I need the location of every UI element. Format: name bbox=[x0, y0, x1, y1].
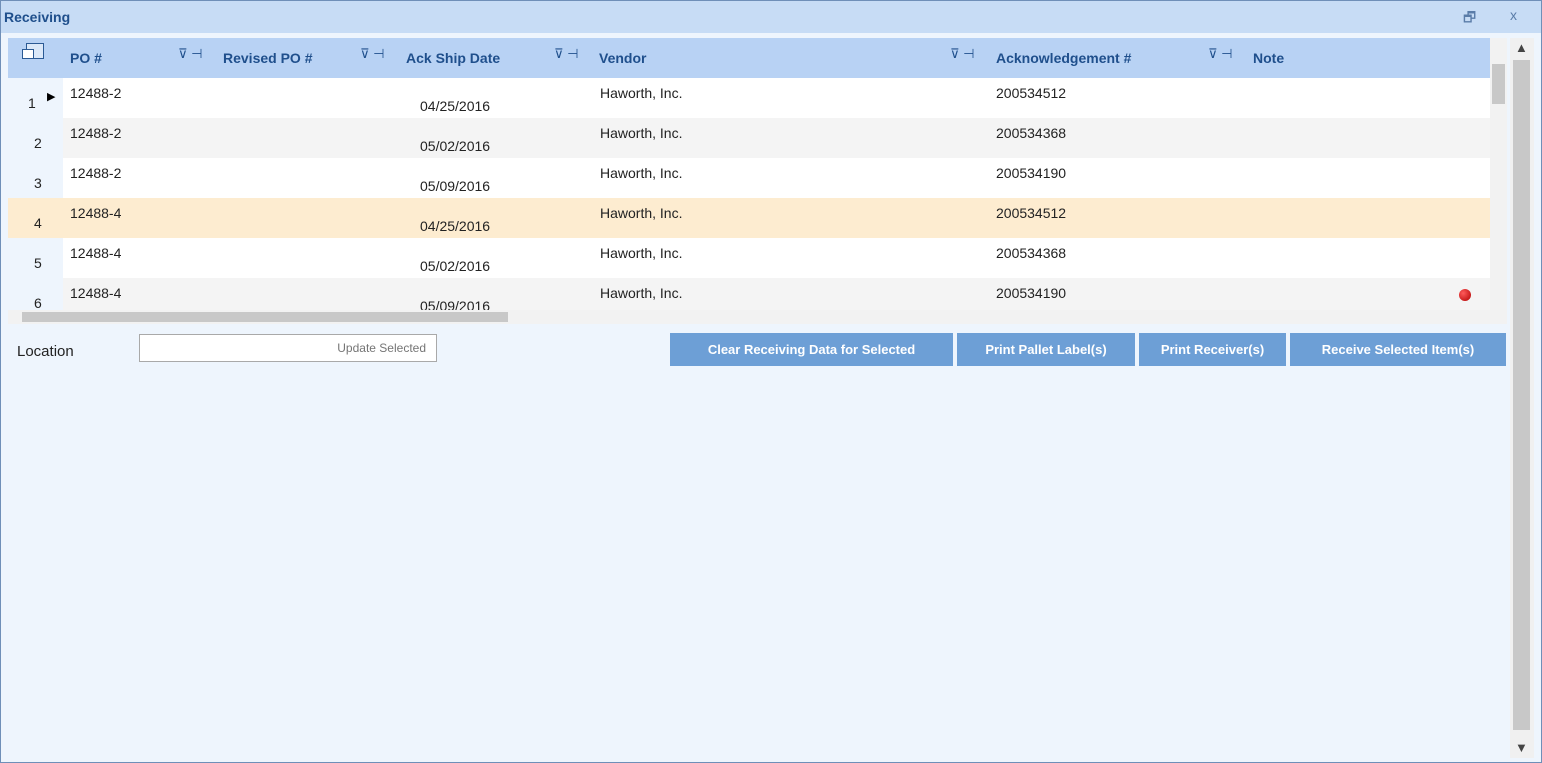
column-header-acknowledgement[interactable]: Acknowledgement # bbox=[996, 50, 1131, 66]
restore-icon[interactable]: 🗗 bbox=[1463, 7, 1476, 31]
grid-horizontal-scrollbar[interactable] bbox=[8, 310, 1490, 324]
row-number: 1 bbox=[28, 95, 36, 111]
filter-pin-icon[interactable]: ⊽ ⊣ bbox=[950, 46, 974, 62]
filter-pin-icon[interactable]: ⊽ ⊣ bbox=[554, 46, 578, 62]
location-label: Location bbox=[17, 343, 74, 360]
receiving-grid: PO # ⊽ ⊣ Revised PO # ⊽ ⊣ Ack Ship Date … bbox=[8, 38, 1507, 324]
location-input[interactable] bbox=[139, 334, 437, 362]
cell-acknowledgement[interactable]: 200534190 bbox=[996, 165, 1066, 181]
cell-vendor[interactable]: Haworth, Inc. bbox=[600, 285, 682, 301]
status-dot-icon bbox=[1459, 289, 1471, 301]
column-header-revised-po[interactable]: Revised PO # bbox=[223, 50, 313, 66]
cell-po[interactable]: 12488-2 bbox=[70, 165, 121, 181]
close-icon[interactable]: x bbox=[1510, 7, 1517, 23]
receive-selected-items-button[interactable]: Receive Selected Item(s) bbox=[1290, 333, 1506, 366]
grid-header: PO # ⊽ ⊣ Revised PO # ⊽ ⊣ Ack Ship Date … bbox=[8, 38, 1490, 78]
filter-pin-icon[interactable]: ⊽ ⊣ bbox=[360, 46, 384, 62]
cell-ack-ship-date[interactable]: 05/09/2016 bbox=[420, 178, 490, 194]
row-number: 2 bbox=[34, 135, 42, 151]
row-header[interactable]: 1 ▶ bbox=[8, 78, 63, 118]
row-number: 6 bbox=[34, 295, 42, 311]
row-number: 4 bbox=[34, 215, 42, 231]
cell-vendor[interactable]: Haworth, Inc. bbox=[600, 205, 682, 221]
column-chooser-icon[interactable] bbox=[22, 43, 44, 59]
print-receiver-button[interactable]: Print Receiver(s) bbox=[1139, 333, 1286, 366]
cell-vendor[interactable]: Haworth, Inc. bbox=[600, 165, 682, 181]
grid-horizontal-scroll-thumb[interactable] bbox=[22, 312, 508, 322]
cell-acknowledgement[interactable]: 200534512 bbox=[996, 85, 1066, 101]
cell-vendor[interactable]: Haworth, Inc. bbox=[600, 245, 682, 261]
cell-po[interactable]: 12488-2 bbox=[70, 85, 121, 101]
row-number: 5 bbox=[34, 255, 42, 271]
cell-po[interactable]: 12488-4 bbox=[70, 285, 121, 301]
row-header[interactable]: 4 bbox=[8, 198, 63, 238]
scroll-up-arrow-icon[interactable]: ▲ bbox=[1515, 40, 1528, 55]
window-vertical-scroll-thumb[interactable] bbox=[1513, 60, 1530, 730]
cell-ack-ship-date[interactable]: 04/25/2016 bbox=[420, 98, 490, 114]
cell-acknowledgement[interactable]: 200534190 bbox=[996, 285, 1066, 301]
print-pallet-label-button[interactable]: Print Pallet Label(s) bbox=[957, 333, 1135, 366]
table-row[interactable]: 5 12488-4 05/02/2016 Haworth, Inc. 20053… bbox=[8, 238, 1490, 278]
column-header-note[interactable]: Note bbox=[1253, 50, 1284, 66]
grid-vertical-scrollbar[interactable] bbox=[1490, 38, 1507, 324]
row-number: 3 bbox=[34, 175, 42, 191]
cell-po[interactable]: 12488-2 bbox=[70, 125, 121, 141]
table-row[interactable]: 1 ▶ 12488-2 04/25/2016 Haworth, Inc. 200… bbox=[8, 78, 1490, 118]
row-header[interactable]: 5 bbox=[8, 238, 63, 278]
column-header-ack-ship-date[interactable]: Ack Ship Date bbox=[406, 50, 500, 66]
filter-pin-icon[interactable]: ⊽ ⊣ bbox=[178, 46, 202, 62]
table-row-selected[interactable]: 4 12488-4 04/25/2016 Haworth, Inc. 20053… bbox=[8, 198, 1490, 238]
column-header-po[interactable]: PO # bbox=[70, 50, 102, 66]
receiving-window: Receiving 🗗 x PO # ⊽ ⊣ Revised PO # ⊽ ⊣ … bbox=[0, 0, 1542, 763]
table-row[interactable]: 3 12488-2 05/09/2016 Haworth, Inc. 20053… bbox=[8, 158, 1490, 198]
grid-vertical-scroll-thumb[interactable] bbox=[1492, 64, 1505, 104]
cell-ack-ship-date[interactable]: 05/02/2016 bbox=[420, 138, 490, 154]
column-header-vendor[interactable]: Vendor bbox=[599, 50, 646, 66]
cell-vendor[interactable]: Haworth, Inc. bbox=[600, 85, 682, 101]
table-row[interactable]: 2 12488-2 05/02/2016 Haworth, Inc. 20053… bbox=[8, 118, 1490, 158]
filter-pin-icon[interactable]: ⊽ ⊣ bbox=[1208, 46, 1232, 62]
cell-po[interactable]: 12488-4 bbox=[70, 245, 121, 261]
cell-acknowledgement[interactable]: 200534512 bbox=[996, 205, 1066, 221]
cell-vendor[interactable]: Haworth, Inc. bbox=[600, 125, 682, 141]
title-bar: Receiving 🗗 x bbox=[1, 1, 1541, 33]
current-row-pointer-icon: ▶ bbox=[47, 91, 56, 103]
cell-acknowledgement[interactable]: 200534368 bbox=[996, 245, 1066, 261]
clear-receiving-data-button[interactable]: Clear Receiving Data for Selected bbox=[670, 333, 953, 366]
window-title: Receiving bbox=[4, 9, 71, 25]
scroll-down-arrow-icon[interactable]: ▼ bbox=[1515, 740, 1528, 755]
window-vertical-scrollbar[interactable]: ▲ ▼ bbox=[1510, 38, 1534, 758]
row-header[interactable]: 3 bbox=[8, 158, 63, 198]
cell-ack-ship-date[interactable]: 05/02/2016 bbox=[420, 258, 490, 274]
cell-po[interactable]: 12488-4 bbox=[70, 205, 121, 221]
row-header[interactable]: 2 bbox=[8, 118, 63, 158]
cell-acknowledgement[interactable]: 200534368 bbox=[996, 125, 1066, 141]
cell-ack-ship-date[interactable]: 04/25/2016 bbox=[420, 218, 490, 234]
